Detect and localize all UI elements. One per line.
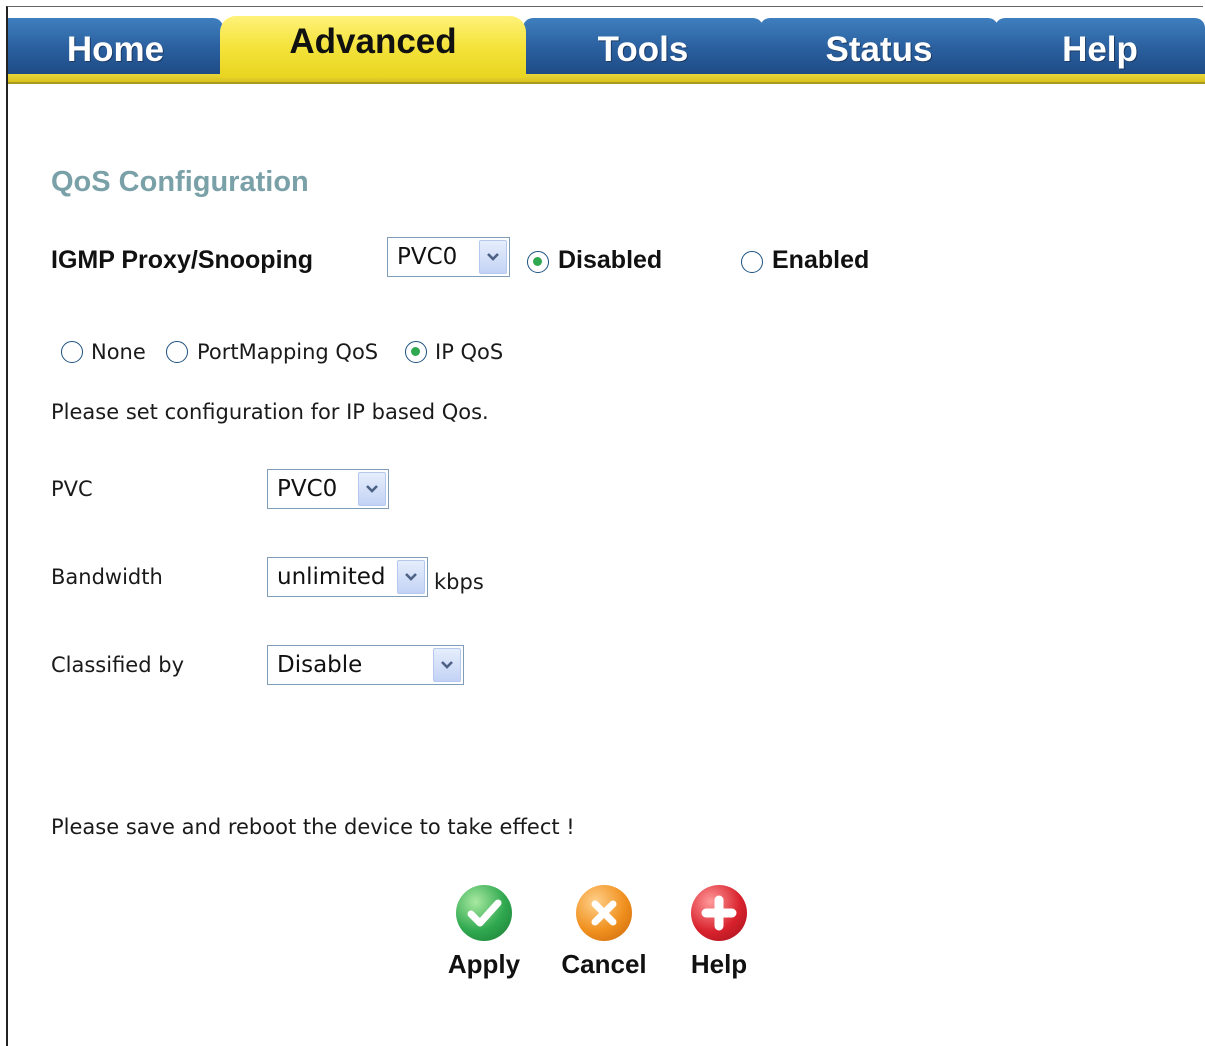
qos-ip-label: IP QoS <box>435 340 504 364</box>
tab-home[interactable]: Home <box>8 18 223 74</box>
tab-status[interactable]: Status <box>760 18 998 74</box>
qos-ip-radio[interactable] <box>405 341 427 363</box>
help-button[interactable]: Help <box>671 885 767 995</box>
classified-by-value: Disable <box>277 652 363 678</box>
cancel-button[interactable]: Cancel <box>556 885 652 995</box>
page-title: QoS Configuration <box>51 166 309 198</box>
instruction-text: Please set configuration for IP based Qo… <box>51 400 489 424</box>
help-label: Help <box>690 949 748 979</box>
plus-icon <box>691 885 747 941</box>
chevron-down-icon <box>479 240 507 274</box>
igmp-pvc-value: PVC0 <box>397 244 458 270</box>
tab-tools[interactable]: Tools <box>523 18 763 74</box>
apply-button[interactable]: Apply <box>436 885 532 995</box>
classified-by-select[interactable]: Disable <box>267 645 464 685</box>
tab-help[interactable]: Help <box>995 18 1205 74</box>
qos-portmapping-radio[interactable] <box>166 341 188 363</box>
pvc-select[interactable]: PVC0 <box>267 469 389 509</box>
reboot-notice: Please save and reboot the device to tak… <box>51 815 575 839</box>
igmp-label: IGMP Proxy/Snooping <box>51 246 314 274</box>
chevron-down-icon <box>397 560 425 594</box>
classified-by-label: Classified by <box>51 653 184 677</box>
igmp-disabled-radio[interactable] <box>527 251 549 273</box>
x-icon <box>576 885 632 941</box>
igmp-enabled-label: Enabled <box>772 246 870 274</box>
qos-none-radio[interactable] <box>61 341 83 363</box>
bandwidth-value: unlimited <box>277 564 386 590</box>
chevron-down-icon <box>433 648 461 682</box>
chevron-down-icon <box>358 472 386 506</box>
pvc-value: PVC0 <box>277 476 338 502</box>
qos-none-label: None <box>91 340 146 364</box>
igmp-disabled-label: Disabled <box>558 246 663 274</box>
top-nav: Home Advanced Tools Status Help <box>8 8 1205 84</box>
qos-portmapping-label: PortMapping QoS <box>197 340 379 364</box>
cancel-label: Cancel <box>561 949 647 979</box>
check-icon <box>456 885 512 941</box>
bandwidth-select[interactable]: unlimited <box>267 557 428 597</box>
apply-label: Apply <box>447 949 521 979</box>
pvc-label: PVC <box>51 477 93 501</box>
igmp-enabled-radio[interactable] <box>741 251 763 273</box>
igmp-pvc-select[interactable]: PVC0 <box>387 237 510 277</box>
bandwidth-label: Bandwidth <box>51 565 163 589</box>
tab-advanced[interactable]: Advanced <box>220 16 526 78</box>
bandwidth-unit: kbps <box>434 570 484 594</box>
